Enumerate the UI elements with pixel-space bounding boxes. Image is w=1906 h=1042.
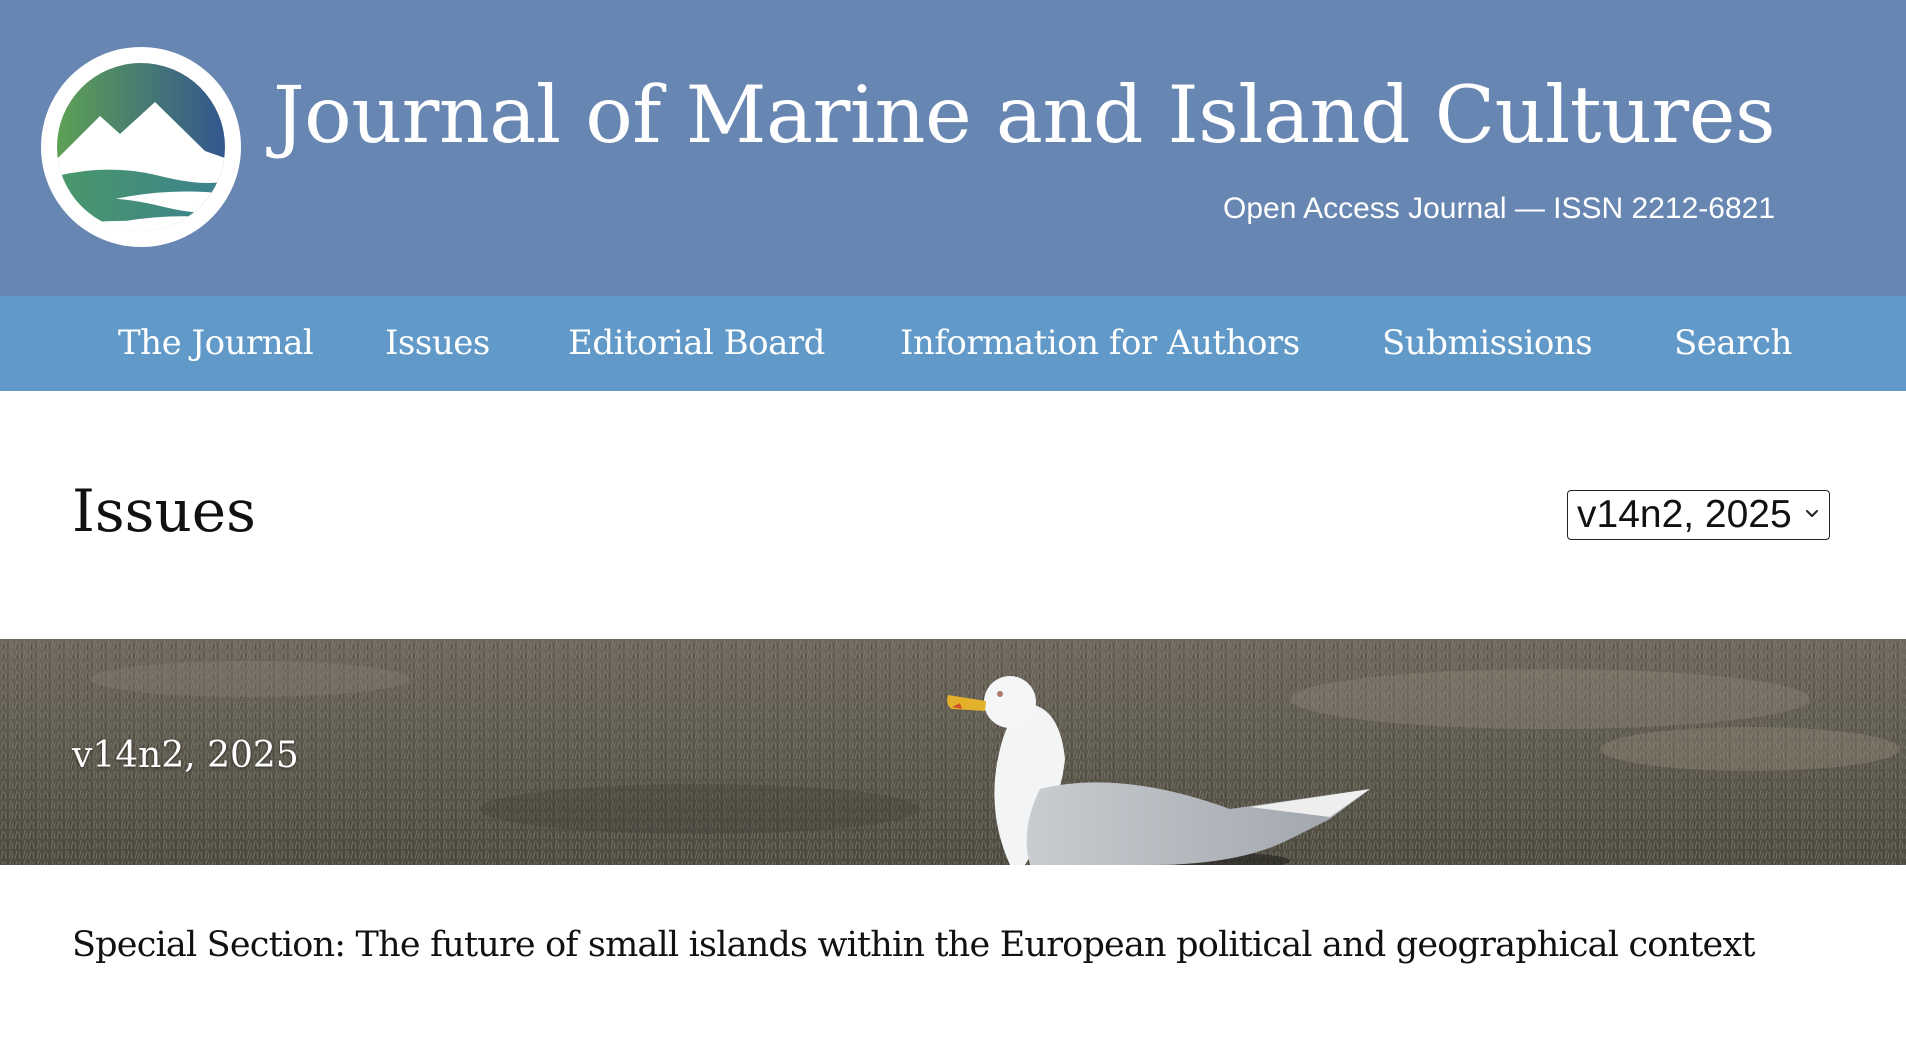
journal-logo-icon[interactable] — [40, 46, 242, 248]
nav-item-search[interactable]: Search — [1674, 296, 1792, 391]
nav-item-submissions[interactable]: Submissions — [1382, 296, 1593, 391]
issue-select-value: v14n2, 2025 — [1577, 493, 1792, 536]
main-nav: The Journal Issues Editorial Board Infor… — [0, 296, 1906, 391]
banner-issue-label: v14n2, 2025 — [72, 735, 299, 776]
nav-item-editorial-board[interactable]: Editorial Board — [568, 296, 825, 391]
nav-item-issues[interactable]: Issues — [385, 296, 490, 391]
nav-item-the-journal[interactable]: The Journal — [118, 296, 314, 391]
page-title: Issues — [72, 477, 256, 545]
special-section-heading: Special Section: The future of small isl… — [72, 925, 1755, 965]
site-header: Journal of Marine and Island Cultures Op… — [0, 0, 1906, 296]
chevron-down-icon — [1803, 504, 1821, 522]
site-title[interactable]: Journal of Marine and Island Cultures — [273, 76, 1776, 155]
issue-select[interactable]: v14n2, 2025 — [1567, 490, 1830, 540]
site-subtitle: Open Access Journal — ISSN 2212-6821 — [1223, 192, 1775, 225]
nav-item-information-for-authors[interactable]: Information for Authors — [900, 296, 1300, 391]
